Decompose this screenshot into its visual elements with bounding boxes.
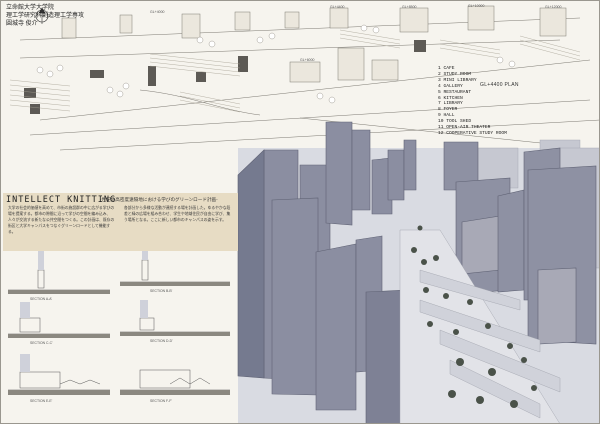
model-towers-left: [237, 121, 417, 424]
level-tag: GL+12000: [545, 5, 562, 9]
section-label: SECTION A-A': [30, 297, 53, 301]
presentation-board: 立命館大学大学院 理工学研究科創造理工学専攻 圓城寺 俊介 1 CAFE 2 S…: [0, 0, 600, 424]
concept-body-left: 大学の社会的価値を高めて、市街の施設群の中に広がる学びの場を提案する。都市の隙間…: [8, 206, 115, 234]
section-label: SECTION C-C': [30, 341, 53, 345]
section-label: SECTION E-E': [30, 399, 53, 403]
section-label: SECTION D-D': [150, 339, 173, 343]
legend-item: 12 COOPERATIVE STUDY ROOM: [438, 130, 507, 136]
section-label: SECTION B-B': [150, 289, 173, 293]
concept-body-right: 各部分から多様な活動が連続する場を計画した。ゆるやかな段差と緑の広場を組み合わせ…: [124, 206, 231, 222]
level-tag: GL+4400: [330, 5, 345, 9]
university-name: 立命館大学大学院: [6, 5, 55, 11]
author-name: 圓城寺 俊介: [6, 21, 38, 27]
level-tag: GL+6000: [300, 58, 315, 62]
author-block: 立命館大学大学院 理工学研究科創造理工学専攻 圓城寺 俊介: [6, 4, 126, 28]
section-towers: [20, 248, 148, 372]
level-tag: GL+8500: [402, 5, 417, 9]
level-tag: GL+10000: [468, 4, 485, 8]
room-legend: 1 CAFE 2 STUDY ROOM 3 MINI LIBRARY 4 GAL…: [438, 66, 558, 137]
level-tag: GL+4000: [150, 10, 165, 14]
site-plan-masses: [24, 40, 426, 114]
model-trees: [411, 225, 537, 408]
model-street: [399, 229, 561, 424]
section-label: SECTION F-F': [150, 399, 172, 403]
department-name: 理工学研究科創造理工学専攻: [6, 13, 85, 19]
concept-subtitle: -世紀の高密度遠隔地における学びのグリーンロード計画-: [100, 197, 218, 202]
model-towers-right: [443, 141, 597, 345]
plan-title: GL+4400 PLAN: [480, 82, 519, 88]
model-background-buildings: [457, 139, 600, 269]
section-drawings: [8, 259, 230, 391]
